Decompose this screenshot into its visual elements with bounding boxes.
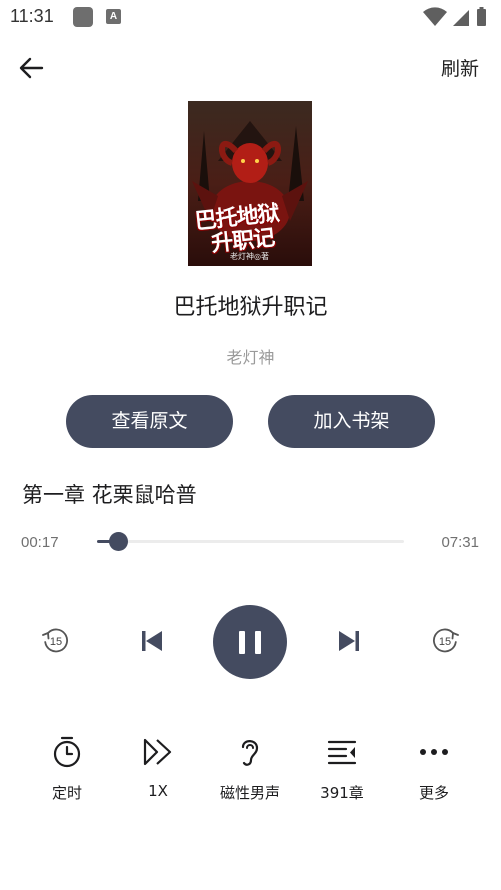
progress-thumb[interactable] xyxy=(108,532,128,551)
cover-author-text: 老灯神◎著 xyxy=(230,252,269,261)
notification-icon xyxy=(73,7,93,27)
add-to-shelf-button[interactable]: 加入书架 xyxy=(268,395,435,448)
more-button[interactable]: 更多 xyxy=(394,735,474,803)
playlist-icon xyxy=(327,740,357,765)
arrow-left-icon xyxy=(19,57,44,79)
status-icons xyxy=(421,6,491,32)
chapter-list-button[interactable]: 391章 xyxy=(302,735,382,803)
speed-button[interactable]: 1X xyxy=(118,735,198,800)
view-original-button[interactable]: 查看原文 xyxy=(66,395,233,448)
rewind-15-icon: 15 xyxy=(42,628,68,653)
pause-icon xyxy=(239,631,245,654)
skip-next-icon xyxy=(339,631,359,651)
current-time: 00:17 xyxy=(21,534,59,551)
voice-label: 磁性男声 xyxy=(219,784,280,802)
forward-15-button[interactable]: 15 xyxy=(429,625,461,657)
progress-slider[interactable] xyxy=(97,532,404,551)
timer-icon xyxy=(53,736,81,768)
battery-icon xyxy=(477,7,486,26)
total-time: 07:31 xyxy=(441,534,479,551)
voice-button[interactable]: 磁性男声 xyxy=(210,735,290,803)
forward-15-icon: 15 xyxy=(433,628,459,653)
signal-icon xyxy=(453,10,469,26)
book-cover: 巴托地狱 升职记 老灯神◎著 xyxy=(188,101,312,266)
timer-button[interactable]: 定时 xyxy=(27,735,107,803)
forward-seconds-label: 15 xyxy=(439,636,451,648)
timer-label: 定时 xyxy=(51,784,82,802)
pause-icon-bar xyxy=(255,631,261,654)
chapters-label: 391章 xyxy=(320,784,364,802)
book-author: 老灯神 xyxy=(226,348,275,367)
pause-button[interactable] xyxy=(213,605,287,679)
wifi-icon xyxy=(423,7,447,26)
fast-forward-icon xyxy=(143,738,172,766)
back-button[interactable] xyxy=(16,54,46,82)
previous-chapter-button[interactable] xyxy=(139,628,165,654)
refresh-button[interactable]: 刷新 xyxy=(441,54,479,81)
chapter-title: 第一章 花栗鼠哈普 xyxy=(22,483,197,507)
book-title: 巴托地狱升职记 xyxy=(173,295,328,320)
status-time: 11:31 xyxy=(10,6,54,26)
rewind-15-button[interactable]: 15 xyxy=(40,625,72,657)
next-chapter-button[interactable] xyxy=(336,628,362,654)
ear-icon xyxy=(241,740,259,766)
speed-label: 1X xyxy=(148,782,168,800)
more-label: 更多 xyxy=(418,784,449,802)
app-notification-icon: A xyxy=(106,9,121,24)
skip-previous-icon xyxy=(142,631,162,651)
status-bar: 11:31 A xyxy=(0,0,501,34)
more-horizontal-icon xyxy=(420,749,448,755)
rewind-seconds-label: 15 xyxy=(50,636,62,648)
